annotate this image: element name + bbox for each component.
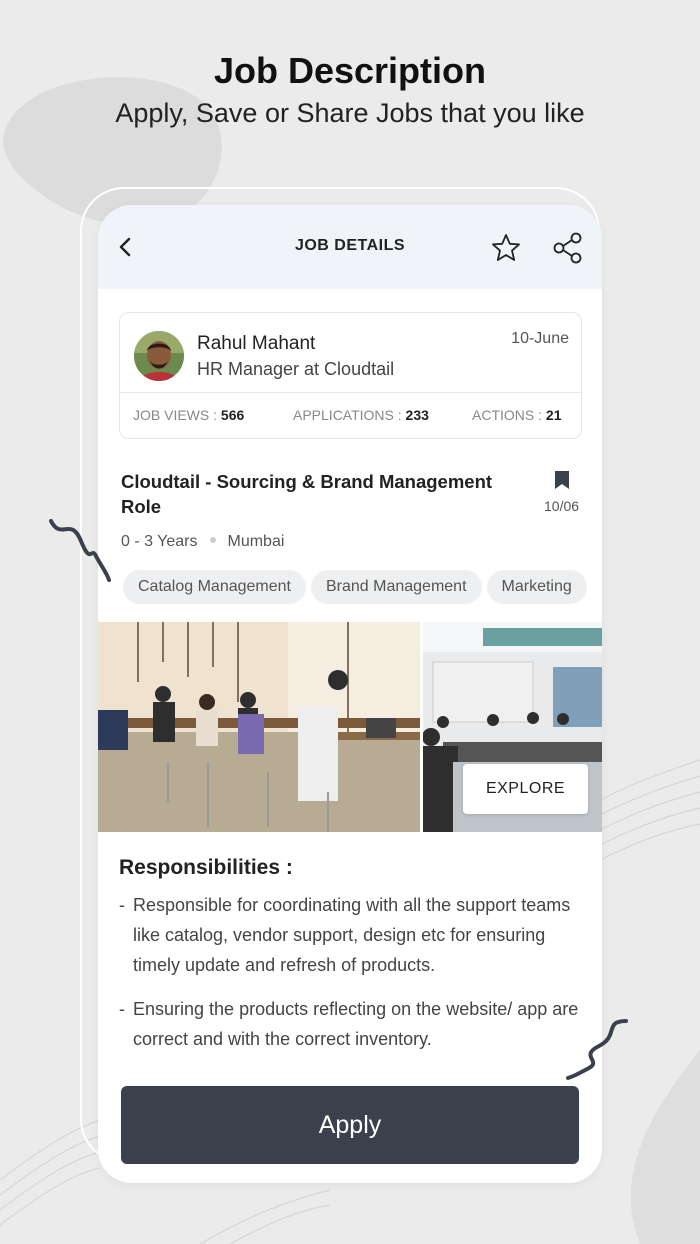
dash-bullet: -: [119, 999, 125, 1019]
recruiter-card[interactable]: Rahul Mahant HR Manager at Cloudtail 10-…: [119, 312, 582, 439]
header-title: JOB DETAILS: [294, 237, 406, 254]
office-photo[interactable]: [98, 622, 420, 832]
skill-tags: Catalog Management Brand Management Market…: [123, 570, 602, 604]
separator-dot: [209, 537, 216, 544]
explore-button[interactable]: EXPLORE: [463, 764, 588, 814]
stat-applications: APPLICATIONS : 233: [293, 407, 429, 423]
job-post-date: 10/06: [544, 498, 580, 514]
list-item: - Ensuring the products reflecting on the…: [119, 994, 579, 1054]
star-icon[interactable]: [490, 232, 522, 264]
recruiter-post-date: 10-June: [511, 330, 569, 347]
dash-bullet: -: [119, 895, 125, 915]
recruiter-role: HR Manager at Cloudtail: [197, 359, 395, 379]
share-icon[interactable]: [552, 231, 584, 265]
stat-job-views: JOB VIEWS : 566: [133, 407, 245, 423]
promo-title: Job Description: [213, 50, 487, 91]
job-location: Mumbai: [227, 533, 285, 550]
bookmark-icon[interactable]: [554, 470, 570, 490]
squiggle-decoration: [566, 1019, 628, 1080]
footer-bar: Apply: [98, 1067, 602, 1183]
phone-screen: JOB DETAILS Rahul Mahant HR Manager at C…: [98, 205, 602, 1183]
tag-chip[interactable]: Marketing: [486, 570, 587, 604]
divider: [120, 392, 581, 393]
avatar: [134, 331, 184, 381]
job-experience: 0 - 3 Years: [121, 533, 198, 550]
job-meta: 0 - 3 Years Mumbai: [121, 533, 284, 551]
tag-chip[interactable]: Catalog Management: [123, 570, 306, 604]
apply-button[interactable]: Apply: [121, 1086, 579, 1164]
squiggle-decoration: [49, 519, 111, 582]
responsibilities-list: - Responsible for coordinating with all t…: [119, 890, 579, 1068]
recruiter-name: Rahul Mahant: [197, 333, 316, 354]
promo-subtitle: Apply, Save or Share Jobs that you like: [115, 98, 585, 128]
tag-chip[interactable]: Brand Management: [310, 570, 482, 604]
responsibilities-heading: Responsibilities :: [119, 856, 293, 879]
job-details-content: Rahul Mahant HR Manager at Cloudtail 10-…: [98, 289, 602, 1069]
app-header: JOB DETAILS: [98, 205, 602, 289]
job-title: Cloudtail - Sourcing & Brand Management …: [121, 471, 493, 517]
stat-actions: ACTIONS : 21: [472, 407, 562, 423]
list-item: - Responsible for coordinating with all t…: [119, 890, 579, 980]
